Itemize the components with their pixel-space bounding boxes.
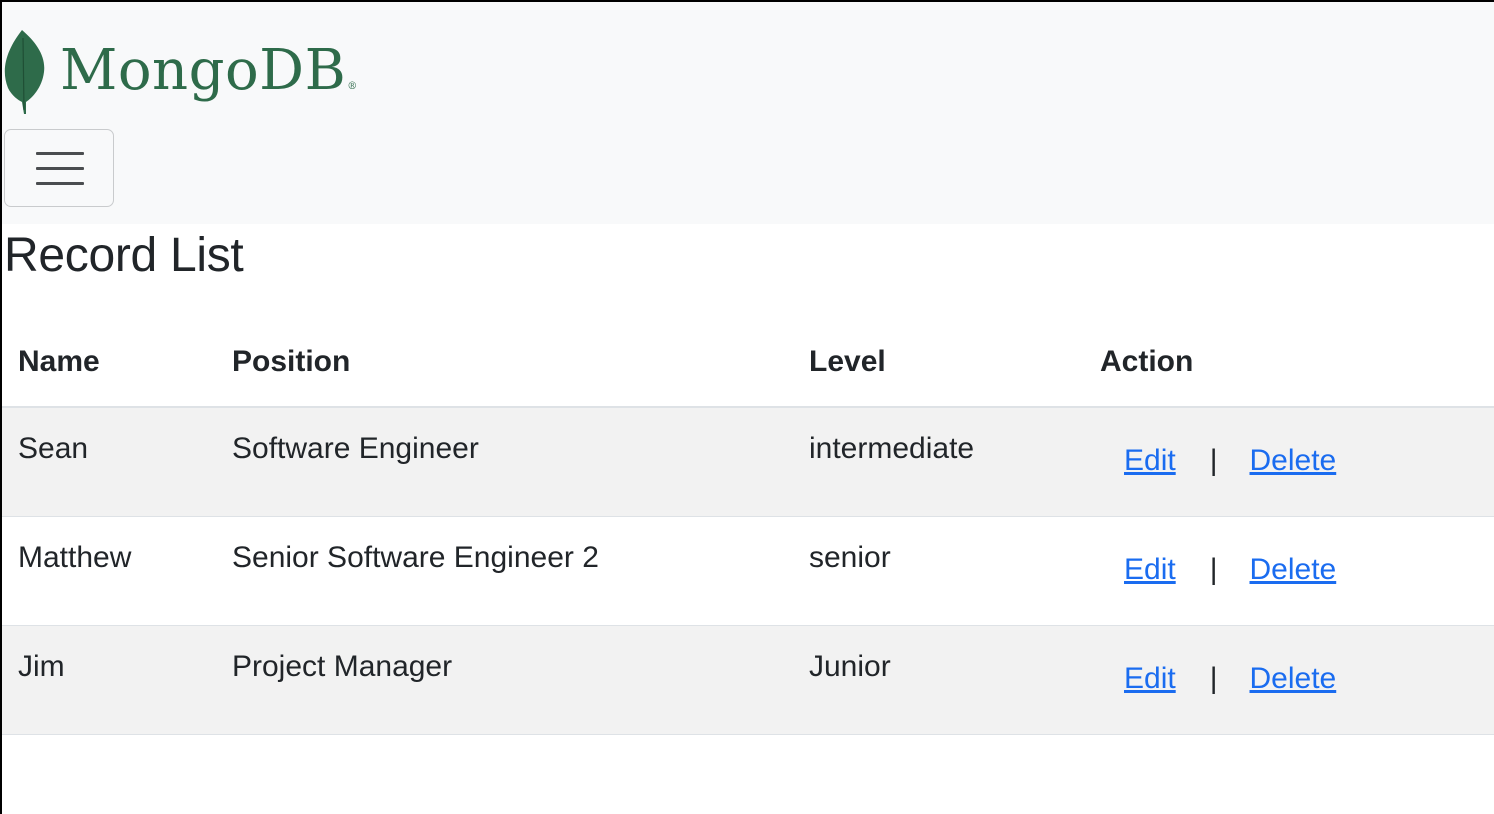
navbar: MongoDB®: [2, 2, 1494, 224]
cell-action: Edit | Delete: [1084, 625, 1494, 735]
cell-level: Junior: [793, 625, 1084, 735]
record-table: Name Position Level Action Sean Software…: [2, 318, 1494, 735]
page: MongoDB® Record List Name Position Level…: [0, 0, 1494, 814]
cell-position: Project Manager: [216, 625, 793, 735]
cell-action: Edit | Delete: [1084, 407, 1494, 517]
edit-link[interactable]: Edit: [1124, 553, 1176, 586]
table-header-row: Name Position Level Action: [2, 318, 1494, 408]
registered-mark: ®: [347, 80, 358, 92]
column-header-position: Position: [216, 318, 793, 408]
cell-level: senior: [793, 516, 1084, 626]
mongodb-leaf-icon: [4, 30, 45, 114]
brand-name: MongoDB®: [60, 37, 358, 103]
cell-name: Sean: [2, 407, 216, 517]
column-header-action: Action: [1084, 318, 1494, 408]
navbar-toggler-button[interactable]: [4, 129, 114, 207]
action-separator: |: [1209, 661, 1218, 695]
action-separator: |: [1209, 552, 1218, 586]
action-separator: |: [1209, 444, 1218, 477]
table-row: Jim Project Manager Junior Edit | Delete: [2, 625, 1494, 735]
delete-link[interactable]: Delete: [1250, 444, 1337, 477]
cell-position: Senior Software Engineer 2: [216, 516, 793, 626]
cell-level: intermediate: [793, 407, 1084, 517]
delete-link[interactable]: Delete: [1250, 662, 1337, 695]
cell-name: Matthew: [2, 516, 216, 626]
table-row: Matthew Senior Software Engineer 2 senio…: [2, 516, 1494, 626]
edit-link[interactable]: Edit: [1124, 662, 1176, 695]
edit-link[interactable]: Edit: [1124, 444, 1176, 477]
table-row: Sean Software Engineer intermediate Edit…: [2, 407, 1494, 517]
delete-link[interactable]: Delete: [1250, 553, 1337, 586]
cell-action: Edit | Delete: [1084, 516, 1494, 626]
column-header-level: Level: [793, 318, 1084, 408]
cell-position: Software Engineer: [216, 407, 793, 517]
cell-name: Jim: [2, 625, 216, 735]
page-title: Record List: [4, 229, 244, 282]
brand-link[interactable]: MongoDB®: [2, 24, 358, 120]
column-header-name: Name: [2, 318, 216, 408]
